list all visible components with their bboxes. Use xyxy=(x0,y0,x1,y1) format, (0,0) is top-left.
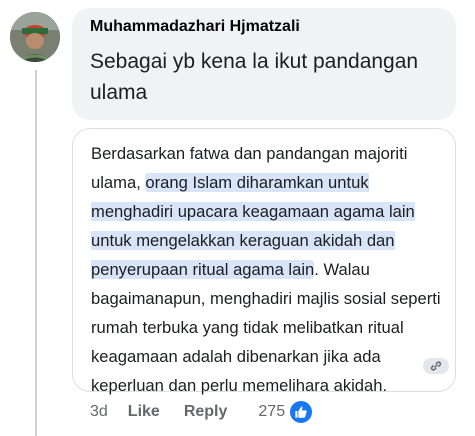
link-chip[interactable] xyxy=(423,358,449,374)
thread-line xyxy=(35,70,37,436)
comment-actions: 3d Like Reply 275 xyxy=(90,399,315,425)
reaction-count[interactable]: 275 xyxy=(258,403,285,421)
like-button[interactable]: Like xyxy=(128,403,160,421)
comment-text: Sebagai yb kena la ikut pandangan ulama xyxy=(90,50,419,104)
thumbs-up-icon xyxy=(295,406,307,418)
comment-author[interactable]: Muhammadazhari Hjmatzali xyxy=(90,18,300,36)
avatar[interactable] xyxy=(10,12,60,62)
comment-bubble: Muhammadazhari Hjmatzali Sebagai yb kena… xyxy=(72,8,456,120)
reaction-badge[interactable] xyxy=(288,399,315,425)
profile-photo-icon xyxy=(10,12,60,62)
reply-button[interactable]: Reply xyxy=(184,403,228,421)
link-icon xyxy=(430,361,442,371)
attachment-rest: . Walau bagaimanapun, menghadiri majlis … xyxy=(91,260,441,395)
shared-text-attachment[interactable]: Berdasarkan fatwa dan pandangan majoriti… xyxy=(72,128,456,395)
attachment-text: Berdasarkan fatwa dan pandangan majoriti… xyxy=(91,139,453,400)
comment-timestamp[interactable]: 3d xyxy=(90,403,108,421)
